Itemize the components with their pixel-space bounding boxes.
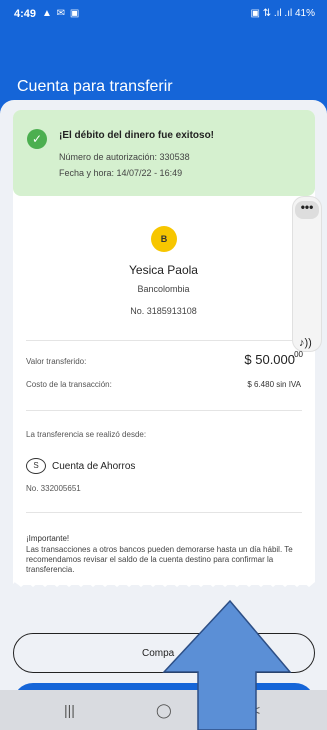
share-button-label: Compa	[142, 648, 175, 659]
floating-toolbar[interactable]: ••• ♪))	[292, 196, 322, 352]
authorization-number: Número de autorización: 330538	[59, 152, 190, 162]
success-title: ¡El débito del dinero fue exitoso!	[59, 130, 215, 141]
recipient-bank: Bancolombia	[137, 284, 190, 294]
success-banner: ✓ ¡El débito del dinero fue exitoso! Núm…	[13, 110, 315, 196]
piggy-bank-icon: S	[26, 458, 46, 474]
recipient-account: No. 3185913108	[130, 306, 197, 316]
cost-label: Costo de la transacción:	[26, 380, 112, 389]
status-bar: 4:49 ▲ ✉ ▣ ▣ ⇅ .ıl .ıl 41%	[0, 0, 327, 30]
status-time: 4:49	[14, 8, 37, 20]
receipt-torn-edge	[13, 578, 315, 587]
divider	[26, 410, 302, 411]
avatar: B	[151, 226, 177, 252]
important-title: ¡Importante!	[26, 534, 70, 543]
divider	[26, 340, 302, 341]
more-icon[interactable]: •••	[295, 201, 319, 219]
system-status-icons: ▣ ⇅ .ıl .ıl 41%	[250, 8, 315, 19]
origin-label: La transferencia se realizó desde:	[26, 430, 147, 439]
divider	[26, 512, 302, 513]
transfer-amount-cents: ,00	[291, 350, 303, 359]
transaction-cost: $ 6.480 sin IVA	[247, 380, 301, 389]
recents-icon[interactable]: |||	[64, 702, 75, 718]
transfer-datetime: Fecha y hora: 14/07/22 - 16:49	[59, 168, 183, 178]
origin-account-type: Cuenta de Ahorros	[52, 461, 136, 472]
important-text: Las transacciones a otros bancos pueden …	[26, 545, 293, 574]
check-icon: ✓	[27, 129, 47, 149]
home-icon[interactable]: ◯	[156, 702, 172, 719]
origin-account-number: No. 332005651	[26, 484, 81, 493]
music-icon[interactable]: ♪))	[299, 337, 312, 349]
back-icon[interactable]: <	[252, 702, 260, 718]
amount-label: Valor transferido:	[26, 357, 87, 366]
notification-icons: ▲ ✉ ▣	[42, 8, 81, 19]
transfer-amount: $ 50.000	[244, 352, 295, 367]
system-navbar: ||| ◯ <	[0, 690, 327, 730]
share-button[interactable]: Compa	[13, 633, 315, 673]
recipient-name: Yesica Paola	[129, 263, 198, 277]
page-title: Cuenta para transferir	[17, 78, 173, 95]
